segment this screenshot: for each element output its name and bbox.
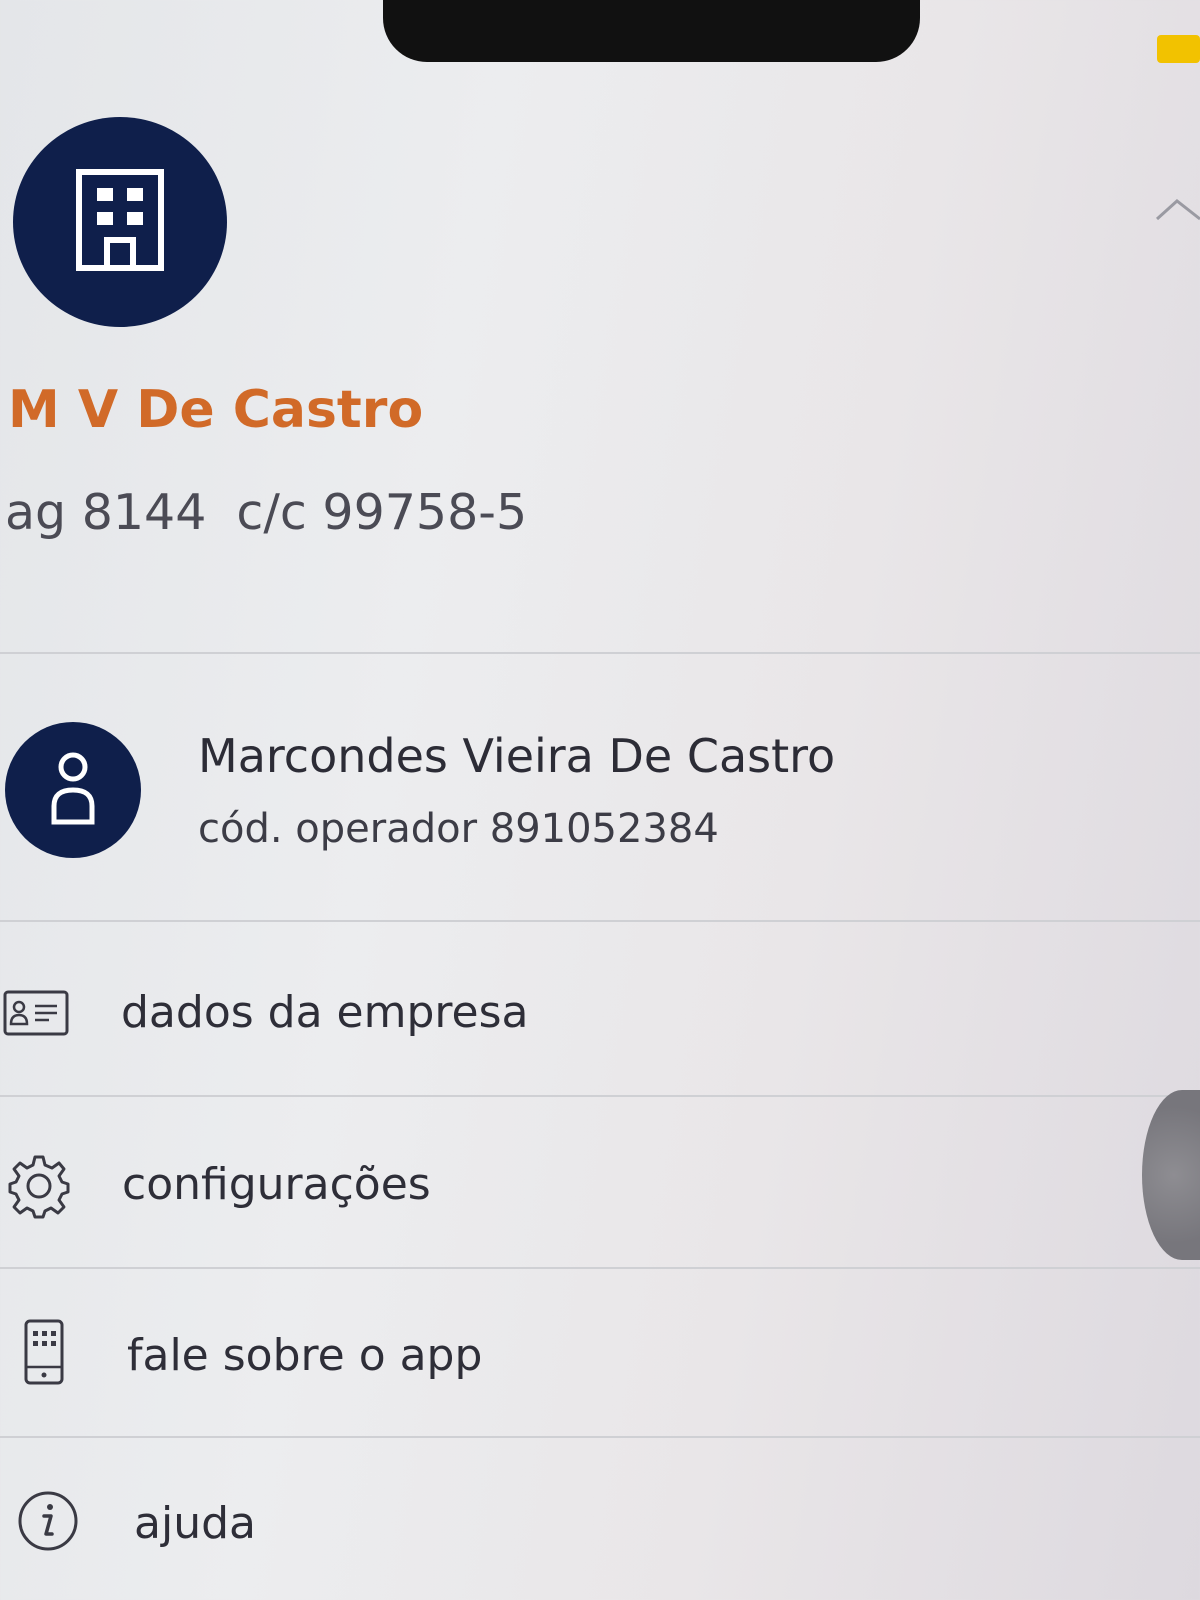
building-icon (75, 168, 165, 276)
menu-item-feedback[interactable]: fale sobre o app (0, 1269, 1200, 1437)
account-info: ag 8144 c/c 99758-5 (5, 484, 527, 541)
operator-avatar (5, 722, 141, 858)
camera-notch (383, 0, 920, 62)
status-indicator (1157, 35, 1200, 63)
menu-item-settings[interactable]: configurações (0, 1097, 1200, 1267)
id-card-icon (3, 990, 69, 1036)
agency-number: ag 8144 (5, 484, 207, 541)
menu-item-company-data[interactable]: dados da empresa (0, 925, 1200, 1095)
company-name: M V De Castro (8, 380, 424, 440)
menu-item-label: dados da empresa (121, 987, 529, 1038)
divider (0, 920, 1200, 922)
phone-app-icon (24, 1319, 64, 1385)
operator-name: Marcondes Vieira De Castro (198, 729, 836, 783)
operator-code: cód. operador 891052384 (198, 806, 719, 852)
menu-item-label: fale sobre o app (127, 1330, 483, 1381)
info-icon (17, 1490, 79, 1552)
menu-item-label: configurações (122, 1159, 431, 1210)
chevron-up-icon[interactable] (1155, 193, 1200, 233)
divider (0, 652, 1200, 654)
account-number: c/c 99758-5 (236, 484, 528, 541)
company-avatar (13, 117, 227, 327)
gear-icon (6, 1153, 72, 1219)
person-icon (48, 750, 98, 830)
menu-item-label: ajuda (134, 1498, 256, 1549)
menu-item-help[interactable]: ajuda (0, 1438, 1200, 1600)
